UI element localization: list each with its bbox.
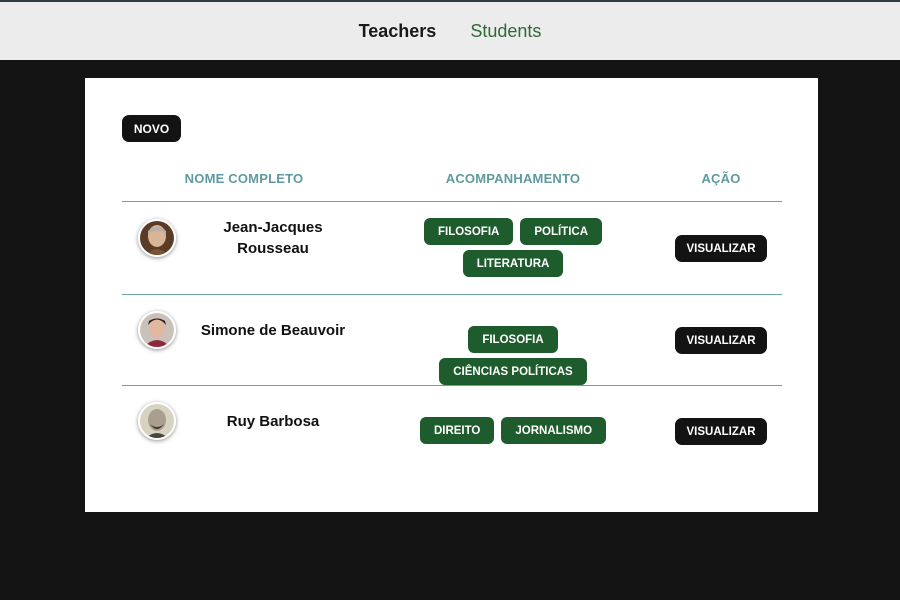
teacher-name: Jean-Jacques Rousseau	[198, 217, 348, 259]
column-header-name: NOME COMPLETO	[184, 171, 304, 186]
subject-tag: POLÍTICA	[520, 218, 602, 245]
teacher-name-line: Rousseau	[237, 240, 309, 257]
table-row: Ruy Barbosa DIREITO JORNALISMO VISUALIZA…	[122, 386, 782, 476]
subject-tag: LITERATURA	[462, 250, 564, 277]
portrait-image	[140, 221, 174, 255]
subject-tag: DIREITO	[419, 417, 495, 444]
subject-tag: FILOSOFIA	[423, 218, 514, 245]
tags-list: FILOSOFIA CIÊNCIAS POLÍTICAS	[393, 326, 633, 385]
subject-tag: FILOSOFIA	[468, 326, 558, 353]
avatar	[138, 311, 176, 349]
view-button[interactable]: VISUALIZAR	[675, 418, 767, 445]
teacher-name-line: Ruy Barbosa	[226, 413, 320, 430]
avatar	[138, 402, 176, 440]
avatar	[138, 219, 176, 257]
view-button[interactable]: VISUALIZAR	[675, 235, 767, 262]
table-row: Jean-Jacques Rousseau FILOSOFIA POLÍTICA…	[122, 202, 782, 295]
column-header-action: AÇÃO	[701, 171, 741, 186]
tags-list: FILOSOFIA POLÍTICA LITERATURA	[393, 218, 633, 277]
teacher-name: Simone de Beauvoir	[198, 320, 348, 341]
portrait-image	[140, 404, 174, 438]
teachers-table: NOME COMPLETO ACOMPANHAMENTO AÇÃO Jean-J…	[122, 164, 782, 476]
table-header: NOME COMPLETO ACOMPANHAMENTO AÇÃO	[122, 164, 782, 202]
tags-list: DIREITO JORNALISMO	[393, 417, 633, 444]
top-navigation: Teachers Students	[0, 0, 900, 60]
nav-teachers-link[interactable]: Teachers	[359, 21, 437, 42]
teacher-name-line: Simone de Beauvoir	[200, 322, 346, 339]
column-header-tracking: ACOMPANHAMENTO	[445, 171, 581, 186]
teacher-name-line: Jean-Jacques	[223, 219, 323, 236]
teacher-name: Ruy Barbosa	[198, 411, 348, 432]
nav-students-link[interactable]: Students	[470, 21, 541, 42]
portrait-image	[140, 313, 174, 347]
table-row: Simone de Beauvoir FILOSOFIA CIÊNCIAS PO…	[122, 295, 782, 386]
new-teacher-button[interactable]: NOVO	[122, 115, 181, 142]
teachers-card: NOVO NOME COMPLETO ACOMPANHAMENTO AÇÃO J…	[85, 78, 818, 512]
view-button[interactable]: VISUALIZAR	[675, 327, 767, 354]
subject-tag: JORNALISMO	[501, 417, 607, 444]
subject-tag: CIÊNCIAS POLÍTICAS	[439, 358, 587, 385]
